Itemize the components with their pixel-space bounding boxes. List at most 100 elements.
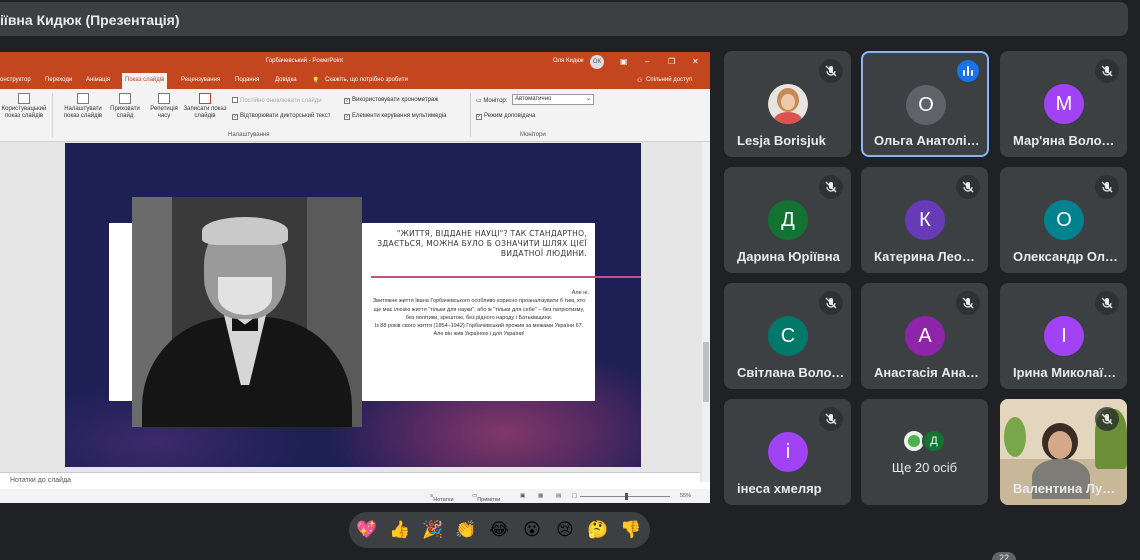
mic-off-icon (819, 291, 843, 315)
mic-off-icon (819, 59, 843, 83)
setup-show-button[interactable]: Налаштувати показ слайдів (58, 93, 108, 120)
chevron-down-icon: ⌄ (585, 96, 591, 102)
slide-notes-field[interactable]: Нотатки до слайда (0, 472, 700, 488)
share-button[interactable]: Спільний доступ (646, 77, 692, 83)
close-icon[interactable]: ✕ (692, 57, 699, 66)
tab-view[interactable]: Подання (235, 77, 259, 83)
participant-tile[interactable]: С Світлана Володимирівна (724, 283, 851, 389)
participant-tile[interactable]: І Ірина Миколаївна (1000, 283, 1127, 389)
participant-name: Катерина Леонтіївна (874, 249, 982, 264)
participant-tile[interactable]: Д Дарина Юріївна (724, 167, 851, 273)
tab-help[interactable]: Довідка (275, 77, 297, 83)
participant-tile[interactable]: О Олександр Олегович (1000, 167, 1127, 273)
custom-show-button[interactable]: Користувацький показ слайдів (0, 93, 48, 120)
notes-button[interactable]: ≡ Нотатки (430, 493, 454, 503)
avatar: А (905, 316, 945, 356)
monitor-select[interactable]: Автоматично ⌄ (512, 94, 594, 105)
speaking-indicator-icon (957, 60, 979, 82)
tab-animations[interactable]: Анімація (86, 77, 110, 83)
user-avatar[interactable]: ОК (590, 55, 604, 69)
powerpoint-titlebar: Горбачевський - PowerPoint Оля Кидюк ОК … (0, 52, 710, 72)
tab-slideshow[interactable]: Показ слайдів (122, 73, 168, 89)
tab-review[interactable]: Рецензування (181, 77, 220, 83)
minimize-icon[interactable]: – (645, 57, 649, 66)
participant-tile[interactable]: К Катерина Леонтіївна (861, 167, 988, 273)
party-reaction[interactable]: 🎉 (422, 519, 444, 541)
share-icon: ⚇ (637, 78, 643, 84)
stopwatch-icon (158, 93, 170, 104)
tell-me-search[interactable]: Скажіть, що потрібно зробити (325, 77, 408, 83)
clap-reaction[interactable]: 👏 (455, 519, 477, 541)
shared-screen: Горбачевський - PowerPoint Оля Кидюк ОК … (0, 52, 710, 503)
slide-divider (371, 276, 641, 278)
restore-icon[interactable]: ❐ (668, 57, 675, 66)
user-name: Оля Кидюк (553, 58, 584, 64)
media-controls-checkbox[interactable]: ✓ Елементи керування мультимедіа (344, 113, 447, 120)
meet-window: іївна Кидюк (Презентація) Горбачевський … (0, 0, 1140, 560)
setup-show-icon (77, 93, 89, 104)
zoom-slider-handle[interactable] (625, 493, 628, 500)
vertical-scrollbar[interactable] (702, 142, 710, 482)
zoom-level[interactable]: 55% (680, 493, 691, 499)
avatar: О (1044, 200, 1084, 240)
thumbs-up-reaction[interactable]: 👍 (389, 519, 411, 541)
checkbox-checked-icon: ✓ (476, 114, 482, 120)
participant-video-tile[interactable]: Валентина Лукашенко (1000, 399, 1127, 505)
comments-button[interactable]: ▭ Примітки (472, 493, 500, 503)
participant-tile[interactable]: і інеса хмеляр (724, 399, 851, 505)
keep-updated-checkbox[interactable]: Постійно оновлювати слайди (232, 97, 322, 104)
window-title: Горбачевський - PowerPoint (266, 58, 344, 64)
ribbon-tabs: онструктор Переходи Анімація Показ слайд… (0, 72, 710, 89)
current-slide[interactable]: "ЖИТТЯ, ВІДДАНЕ НАУЦІ"? ТАК СТАНДАРТНО, … (65, 143, 641, 467)
avatar: Д (768, 200, 808, 240)
participant-count-badge[interactable]: 22 (992, 552, 1016, 560)
use-timings-checkbox[interactable]: ✓ Використовувати хронометраж (344, 97, 438, 104)
record-show-button[interactable]: Записати показ слайдів (182, 93, 228, 120)
participant-name: Анастасія Анатоліївна (874, 365, 982, 380)
participant-name: інеса хмеляр (737, 481, 822, 496)
checkbox-checked-icon: ✓ (232, 114, 238, 120)
avatar-stack: Д (902, 429, 952, 453)
reading-view-icon[interactable]: ▤ (556, 493, 561, 499)
slide-editor: "ЖИТТЯ, ВІДДАНЕ НАУЦІ"? ТАК СТАНДАРТНО, … (0, 142, 710, 482)
thumbs-down-reaction[interactable]: 👎 (620, 519, 642, 541)
avatar: О (906, 85, 946, 125)
avatar: К (905, 200, 945, 240)
sad-reaction[interactable]: 😢 (554, 519, 576, 541)
avatar: М (1044, 84, 1084, 124)
mic-off-icon (1095, 407, 1119, 431)
tab-transitions[interactable]: Переходи (45, 77, 72, 83)
lightbulb-icon: 💡 (312, 78, 320, 84)
participant-tile-speaking[interactable]: О Ольга Анатоліївна Кидюк (861, 51, 989, 157)
hide-slide-button[interactable]: Приховати слайд (110, 93, 140, 120)
play-narrations-checkbox[interactable]: ✓ Відтворювати дикторський текст (232, 113, 330, 120)
sorter-view-icon[interactable]: ▦ (538, 493, 543, 499)
laugh-reaction[interactable]: 😂 (488, 519, 510, 541)
rehearse-timings-button[interactable]: Репетиція часу (146, 93, 182, 120)
mic-off-icon (819, 407, 843, 431)
thinking-reaction[interactable]: 🤔 (587, 519, 609, 541)
presenter-view-checkbox[interactable]: ✓ Режим доповідача (476, 113, 535, 120)
avatar: С (768, 316, 808, 356)
participant-name: Ольга Анатоліївна Кидюк (874, 133, 982, 148)
portrait-photo (132, 197, 362, 427)
participant-name: Олександр Олегович (1013, 249, 1121, 264)
participant-tile[interactable]: М Мар'яна Володимирівна (1000, 51, 1127, 157)
participant-tile[interactable]: Lesja Borisjuk (724, 51, 851, 157)
normal-view-icon[interactable]: ▣ (520, 493, 525, 499)
participant-name: Дарина Юріївна (737, 249, 840, 264)
ribbon-display-icon[interactable]: ▣ (620, 57, 628, 66)
avatar: Д (922, 429, 946, 453)
tab-design[interactable]: онструктор (0, 77, 31, 83)
more-participants-label: Ще 20 осіб (891, 460, 958, 475)
more-participants-tile[interactable]: Д Ще 20 осіб (861, 399, 988, 505)
participant-tile[interactable]: А Анастасія Анатоліївна (861, 283, 988, 389)
reactions-bar: 💖 👍 🎉 👏 😂 😮 😢 🤔 👎 (349, 512, 650, 548)
heart-reaction[interactable]: 💖 (356, 519, 378, 541)
surprised-reaction[interactable]: 😮 (521, 519, 543, 541)
participant-name: Ірина Миколаївна (1013, 365, 1121, 380)
participant-name: Світлана Володимирівна (737, 365, 845, 380)
avatar: і (768, 432, 808, 472)
slideshow-view-icon[interactable]: ▢ (572, 493, 577, 499)
slide-body-paragraph: Звитяжне життя Івана Горбачевського особ… (372, 298, 586, 321)
